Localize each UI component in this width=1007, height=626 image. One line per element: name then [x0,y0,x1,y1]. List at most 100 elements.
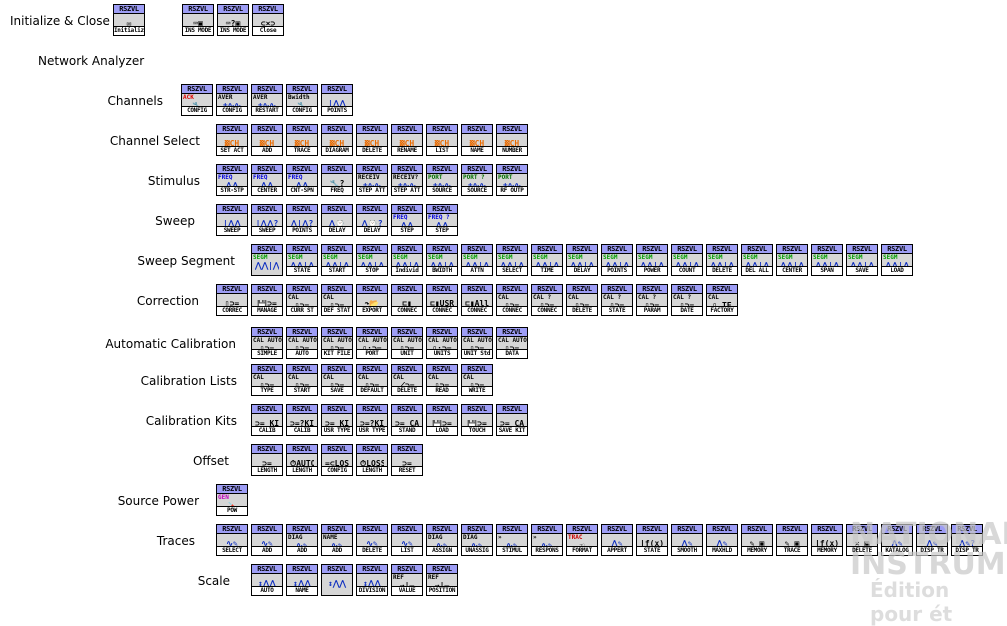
vi-icon-sweep-segment-bwidth[interactable]: RSZVLSEGM⋀⋀|⋀BWIDTH [426,244,458,276]
vi-icon-channel-select-rename[interactable]: RSZVL ▓CH RENAME [391,124,423,156]
vi-icon-correction-correc[interactable]: RSZVL ▯⊃= CORREC [216,284,248,316]
vi-icon-channel-select-trace[interactable]: RSZVL ▓CH TRACE [286,124,318,156]
vi-icon-channels-config[interactable]: RSZVLACK🔧CONFIG [181,84,213,116]
vi-icon-sweep-segment-del-all[interactable]: RSZVLSEGM⋀⋀|⋀DEL ALL [741,244,773,276]
vi-icon-sweep-segment-state[interactable]: RSZVLSEGM⋀⋀|⋀STATE [286,244,318,276]
vi-icon-offset-reset[interactable]: RSZVL ⊃= RESET [391,444,423,476]
vi-icon-sweep-segment-delay[interactable]: RSZVLSEGM⋀⋀|⋀DELAY [566,244,598,276]
vi-icon-channel-select-set-act[interactable]: RSZVL ▓CH SET ACT [216,124,248,156]
vi-icon-stimulus-center[interactable]: RSZVLFREQ⋀⋀CENTER [251,164,283,196]
vi-icon-channel-select-diagram[interactable]: RSZVL ▓CH DIAGRAM [321,124,353,156]
vi-icon-scale-name[interactable]: RSZVL ↕⋀⋀ NAME [286,564,318,596]
vi-icon-calibration-lists-read[interactable]: RSZVLCAL▯⊃=READ [426,364,458,396]
vi-icon-calibration-kits-load[interactable]: RSZVL 💾⊃= LOAD [426,404,458,436]
vi-icon-calibration-lists-start[interactable]: RSZVLCAL▯⊃=START [286,364,318,396]
vi-icon-stimulus-freq[interactable]: RSZVL 🔧? FREQ [321,164,353,196]
vi-icon-correction-manage[interactable]: RSZVL 💾⊃= MANAGE [251,284,283,316]
vi-icon-calibration-kits-usr-type[interactable]: RSZVL⊃=?KITUSR TYPE [356,404,388,436]
vi-icon-channel-select-list[interactable]: RSZVL ▓CH LIST [426,124,458,156]
vi-icon-automatic-calibration-port[interactable]: RSZVLCAL AUTO▯:⊃=PORT [356,327,388,359]
vi-icon-correction-date[interactable]: RSZVLCAL ?▯⊃=DATE [671,284,703,316]
vi-icon-sweep-segment-stop[interactable]: RSZVLSEGM⋀⋀|⋀STOP [356,244,388,276]
vi-icon-traces-trace[interactable]: RSZVL ✎ ▣ TRACE [776,524,808,556]
vi-icon-stimulus-str-stp[interactable]: RSZVLFREQ⋀⋀STR-STP [216,164,248,196]
vi-icon-scale-position[interactable]: RSZVLREF→|—POSITION [426,564,458,596]
vi-icon-sweep-segment-start[interactable]: RSZVLSEGM⋀⋀|⋀START [321,244,353,276]
vi-icon-correction-connec[interactable]: RSZVL ⊏▮All CONNEC [461,284,493,316]
vi-icon-initialize-close-ins-mode[interactable]: RSZVL ⌨?▣ INS MODE [217,4,249,36]
vi-icon-automatic-calibration-units[interactable]: RSZVLCAL AUTO▯:⊃=UNITS [426,327,458,359]
vi-icon-sweep-segment-time[interactable]: RSZVLSEGM⋀⋀|⋀TIME [531,244,563,276]
vi-icon-correction-export[interactable]: RSZVL ↷📂 EXPORT [356,284,388,316]
vi-icon-channels-config[interactable]: RSZVLBwidth🔧CONFIG [286,84,318,116]
vi-icon-traces-unassig[interactable]: RSZVLDIAG∿✎UNASSIG [461,524,493,556]
vi-icon-automatic-calibration-unit-std[interactable]: RSZVLCAL AUTO▯⊃=UNIT Std [461,327,493,359]
vi-icon-stimulus-step-att[interactable]: RSZVLRECEIV±∿∿STEP ATT [356,164,388,196]
vi-icon-stimulus-source[interactable]: RSZVLPORT ?±∿∿SOURCE [461,164,493,196]
vi-icon-automatic-calibration-kit-file[interactable]: RSZVLCAL AUTO▯⊃=KIT FILE [321,327,353,359]
vi-icon-offset-config[interactable]: RSZVL=⊂LOSSCONFIG [321,444,353,476]
vi-icon-traces-list[interactable]: RSZVL ∿✎ LIST [391,524,423,556]
vi-icon-traces-add[interactable]: RSZVL ∿✎ ADD [251,524,283,556]
vi-icon-channel-select-number[interactable]: RSZVL ▓CH NUMBER [496,124,528,156]
vi-icon-calibration-kits-save-kit[interactable]: RSZVL⊃= CALSAVE KIT [496,404,528,436]
vi-icon-stimulus-cnt-spn[interactable]: RSZVLFREQ⋀⋀CNT-SPN [286,164,318,196]
vi-icon-correction-state[interactable]: RSZVLCAL ?▯⊃=STATE [601,284,633,316]
vi-icon-offset-length[interactable]: RSZVL ⏱LOSS LENGTH [356,444,388,476]
vi-icon-calibration-lists-default[interactable]: RSZVLCAL▯⊃=DEFAULT [356,364,388,396]
vi-icon-source-power-pow[interactable]: RSZVLGEN🪛POW [216,484,248,516]
vi-icon-sweep-segment-individ[interactable]: RSZVLSEGM⋀⋀|⋀Individ [391,244,423,276]
vi-icon-scale-value[interactable]: RSZVLREF→|—VALUE [391,564,423,596]
vi-icon-traces-disp-tr[interactable]: RSZVL ⋀✎? DISP TR [951,524,983,556]
vi-icon-correction-connec[interactable]: RSZVL ⊏▮USR CONNEC [426,284,458,316]
vi-icon-sweep-sweep[interactable]: RSZVL |⋀⋀ SWEEP [216,204,248,236]
vi-icon-sweep-segment-attn[interactable]: RSZVLSEGM⋀⋀|⋀ATTN [461,244,493,276]
vi-icon-calibration-kits-stand[interactable]: RSZVL⊃= CALSTAND [391,404,423,436]
vi-icon-sweep-delay[interactable]: RSZVL ⋀⌚ DELAY [321,204,353,236]
vi-icon-correction-factory[interactable]: RSZVLCAL▯ TFFACTORY [706,284,738,316]
vi-icon-scale-vi[interactable]: RSZVL ↕⋀⋀ [321,564,353,596]
vi-icon-channel-select-add[interactable]: RSZVL ▓CH ADD [251,124,283,156]
vi-icon-traces-delete[interactable]: RSZVL ∿✎ DELETE [356,524,388,556]
vi-icon-initialize-close-close[interactable]: RSZVL ⊂×⊃ Close [252,4,284,36]
vi-icon-traces-format[interactable]: RSZVLTRAC☜FORMAT [566,524,598,556]
vi-icon-sweep-step[interactable]: RSZVLFREQ⋀⋀STEP [391,204,423,236]
vi-icon-traces-appert[interactable]: RSZVL ⋀✎ APPERT [601,524,633,556]
vi-icon-correction-connec[interactable]: RSZVLCAL ?▯⊃=CONNEC [531,284,563,316]
vi-icon-calibration-lists-delete[interactable]: RSZVLCAL⟋⊃=DELETE [391,364,423,396]
vi-icon-sweep-segment-vi[interactable]: RSZVL SEGM ⋀⋀|⋀ [251,244,283,276]
vi-icon-automatic-calibration-unit[interactable]: RSZVLCAL AUTO▯⊃=UNIT [391,327,423,359]
vi-icon-traces-respons[interactable]: RSZVL»∿✎RESPONS [531,524,563,556]
vi-icon-traces-maxhld[interactable]: RSZVL ⋀✎ MAXHLD [706,524,738,556]
vi-icon-channels-points[interactable]: RSZVL |⋀⋀ POINTS [321,84,353,116]
vi-icon-traces-memory[interactable]: RSZVL ✎ ▣ MEMORY [741,524,773,556]
vi-icon-channels-config[interactable]: RSZVLAVER±∿∿CONFIG [216,84,248,116]
vi-icon-sweep-step[interactable]: RSZVLFREQ ?⋀⋀STEP [426,204,458,236]
vi-icon-sweep-delay[interactable]: RSZVL ⋀⌚? DELAY [356,204,388,236]
vi-icon-sweep-points[interactable]: RSZVL ⋀|⋀? POINTS [286,204,318,236]
vi-icon-calibration-lists-save[interactable]: RSZVLCAL▯⊃=SAVE [321,364,353,396]
vi-icon-correction-param[interactable]: RSZVLCAL ?▯⊃=PARAM [636,284,668,316]
vi-icon-traces-assign[interactable]: RSZVLDIAG∿✎ASSIGN [426,524,458,556]
vi-icon-initialize-close-initialize[interactable]: RSZVL ✉ Initialize [113,4,145,36]
vi-icon-channel-select-delete[interactable]: RSZVL ▓CH DELETE [356,124,388,156]
vi-icon-automatic-calibration-auto[interactable]: RSZVLCAL AUTO▯⊃=AUTO [286,327,318,359]
vi-icon-traces-disp-tr[interactable]: RSZVL ⋀✎ DISP TR [916,524,948,556]
vi-icon-sweep-sweep[interactable]: RSZVL |⋀⋀? SWEEP [251,204,283,236]
vi-icon-offset-length[interactable]: RSZVL ⏱AUTO LENGTH [286,444,318,476]
vi-icon-sweep-segment-center[interactable]: RSZVLSEGM⋀⋀|⋀CENTER [776,244,808,276]
vi-icon-correction-connec[interactable]: RSZVL ⊏▮ CONNEC [391,284,423,316]
vi-icon-sweep-segment-load[interactable]: RSZVLSEGM⋀⋀|⋀LOAD [881,244,913,276]
vi-icon-traces-select[interactable]: RSZVL ∿✎ SELECT [216,524,248,556]
vi-icon-sweep-segment-delete[interactable]: RSZVLSEGM⋀⋀|⋀DELETE [706,244,738,276]
vi-icon-calibration-kits-calib[interactable]: RSZVL⊃= KITCALIB [251,404,283,436]
vi-icon-channels-restart[interactable]: RSZVLAVER±∿∿RESTART [251,84,283,116]
vi-icon-sweep-segment-select[interactable]: RSZVLSEGM⋀⋀|⋀SELECT [496,244,528,276]
vi-icon-correction-def-stat[interactable]: RSZVLCAL▯⊃=DEF STAT [321,284,353,316]
vi-icon-stimulus-rf-outp[interactable]: RSZVLPORT±∿∿RF OUTP [496,164,528,196]
vi-icon-correction-delete[interactable]: RSZVLCAL▯⊃=DELETE [566,284,598,316]
vi-icon-calibration-kits-touch[interactable]: RSZVL 💾⊃= TOUCH [461,404,493,436]
vi-icon-scale-auto[interactable]: RSZVL ↕⋀⋀ AUTO [251,564,283,596]
vi-icon-stimulus-source[interactable]: RSZVLPORT±∿∿SOURCE [426,164,458,196]
vi-icon-traces-stimul[interactable]: RSZVL»∿✎STIMUL [496,524,528,556]
